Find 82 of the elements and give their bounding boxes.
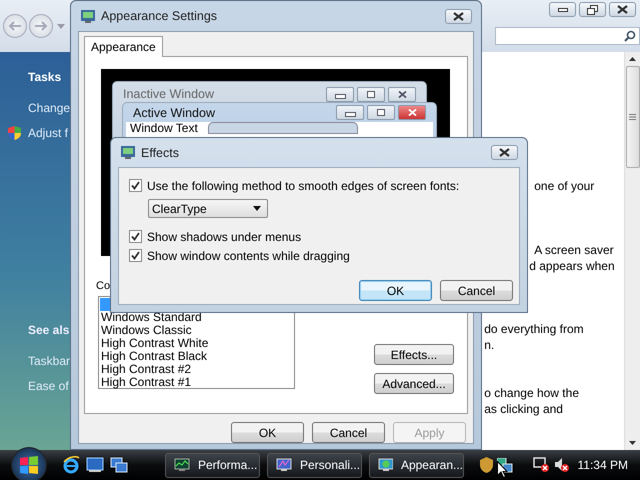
browser-icon[interactable]: [62, 456, 80, 474]
volume-muted-icon[interactable]: [554, 457, 570, 473]
checkbox[interactable]: [129, 249, 142, 262]
close-button[interactable]: [445, 8, 472, 24]
start-button[interactable]: [11, 447, 47, 480]
dialog-button[interactable]: Advanced...: [374, 373, 454, 394]
description-text: do everything from: [484, 321, 585, 337]
description-text: n.: [484, 337, 496, 353]
forward-arrow-icon: [34, 21, 48, 31]
taskbar-button[interactable]: Performa...: [165, 452, 260, 478]
description-text: o change how the: [484, 385, 580, 401]
color-scheme-item[interactable]: Windows Classic: [100, 324, 293, 337]
dialog-button[interactable]: Cancel: [440, 280, 513, 301]
dialog-button[interactable]: OK: [231, 422, 304, 443]
windows-logo-icon: [19, 455, 39, 475]
performance-monitor-icon: [174, 458, 190, 472]
inactive-window-title: Inactive Window: [123, 87, 214, 101]
windows-stack-icon[interactable]: [110, 457, 128, 473]
window-app-icon: [121, 146, 135, 159]
close-icon: [617, 5, 628, 14]
globe-monitor-icon: [378, 458, 393, 472]
scroll-up-icon[interactable]: [629, 57, 636, 61]
close-button[interactable]: [609, 2, 636, 17]
color-scheme-item[interactable]: High Contrast White: [100, 337, 293, 350]
description-text: d appears when: [529, 258, 616, 274]
search-icon: [624, 30, 636, 42]
dropdown-arrow-icon: [253, 206, 261, 211]
checkbox[interactable]: [129, 230, 142, 243]
checkbox[interactable]: [129, 179, 142, 192]
minimize-button[interactable]: [549, 2, 576, 17]
see-also-heading: See als: [27, 323, 70, 339]
task-link[interactable]: Adjust f: [28, 126, 68, 140]
close-icon: [398, 105, 426, 120]
close-icon: [388, 86, 416, 102]
display-icon: [276, 458, 292, 472]
dialog-button[interactable]: Effects...: [374, 344, 454, 365]
maximize-icon: [357, 86, 385, 102]
network-error-icon[interactable]: [532, 457, 550, 473]
tasks-heading: Tasks: [27, 70, 62, 86]
window-text-sample: Window Text: [130, 122, 198, 135]
close-button[interactable]: [491, 145, 518, 160]
checkbox-label: Show shadows under menus: [147, 230, 302, 244]
checkbox-label: Show window contents while dragging: [147, 248, 350, 262]
taskbar-button[interactable]: Appearan...: [369, 452, 464, 478]
description-text: as clicking and: [484, 401, 564, 417]
back-arrow-icon: [8, 21, 22, 31]
dialog-button[interactable]: OK: [359, 280, 432, 301]
checkbox-label: Use the following method to smooth edges of screen fonts:: [147, 178, 460, 192]
scrollbar[interactable]: [624, 52, 640, 450]
mouse-pointer-icon: [497, 461, 508, 478]
color-scheme-label: Co: [96, 280, 109, 294]
dialog-button[interactable]: Cancel: [312, 422, 385, 443]
maximize-icon: [367, 105, 395, 120]
description-text: one of your: [534, 178, 596, 194]
grip-icon: [629, 114, 636, 120]
color-scheme-item[interactable]: Windows Standard: [100, 311, 293, 324]
desktop-icon[interactable]: [86, 457, 104, 473]
scroll-down-icon[interactable]: [629, 441, 636, 445]
dialog-title: Effects: [141, 146, 180, 160]
window-app-icon: [81, 10, 95, 22]
security-shield-icon[interactable]: [480, 457, 493, 473]
color-scheme-item[interactable]: High Contrast #1: [100, 376, 293, 389]
description-text: A screen saver: [534, 242, 615, 258]
shield-icon: [8, 126, 21, 140]
appearance-tab[interactable]: Appearance: [84, 36, 163, 57]
restore-icon: [587, 4, 598, 14]
minimize-icon: [558, 8, 568, 12]
taskbar-button[interactable]: Personali...: [267, 452, 362, 478]
task-link[interactable]: Change: [28, 100, 70, 114]
scroll-thumb[interactable]: [626, 66, 640, 168]
minimize-icon: [336, 105, 364, 120]
close-icon: [499, 148, 510, 157]
search-field[interactable]: [495, 27, 640, 45]
active-window-title: Active Window: [133, 106, 215, 120]
color-scheme-item[interactable]: High Contrast #2: [100, 363, 293, 376]
close-icon: [453, 12, 464, 20]
restore-button[interactable]: [579, 2, 606, 17]
color-scheme-item[interactable]: High Contrast Black: [100, 350, 293, 363]
font-smoothing-dropdown[interactable]: ClearType: [148, 199, 268, 218]
window-title: Appearance Settings: [101, 9, 218, 23]
minimize-icon: [326, 86, 354, 102]
clock-text: 11:34 PM: [578, 458, 628, 472]
